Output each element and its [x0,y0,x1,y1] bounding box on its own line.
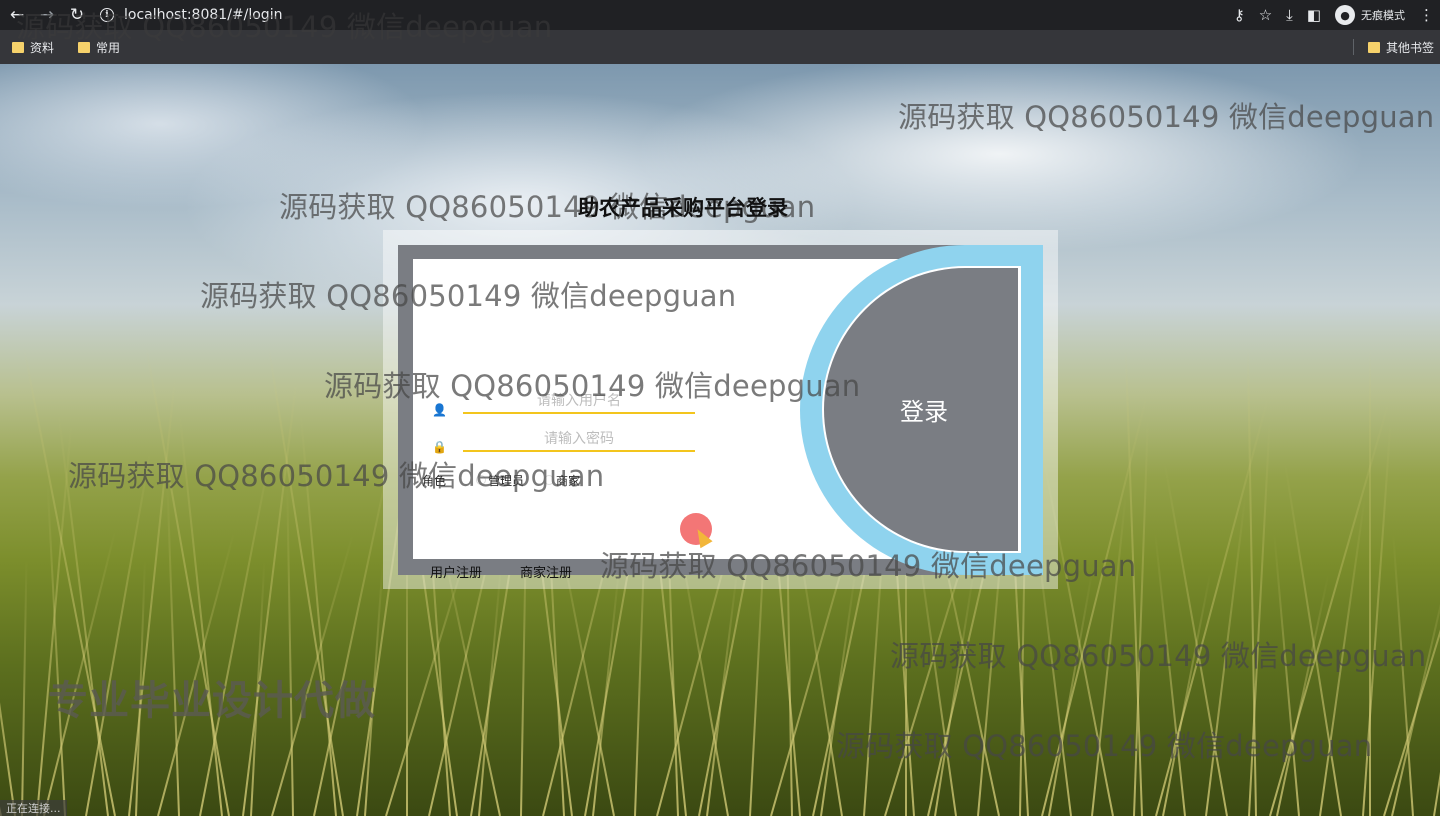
watermark: 源码获取 QQ86050149 微信deepguan [898,100,1435,134]
grass-blade [267,344,345,816]
grass-blade [145,345,231,816]
grass-blade [21,559,28,816]
folder-icon [1367,41,1380,53]
incognito-indicator[interactable]: ● 无痕模式 [1335,5,1405,25]
password-input[interactable] [463,428,695,452]
star-icon[interactable]: ☆ [1259,6,1272,24]
watermark: 源码获取 QQ86050149 微信deepguan [324,369,861,403]
key-icon[interactable]: ⚷ [1234,6,1245,24]
grass-blade [820,568,857,816]
menu-icon[interactable]: ⋮ [1419,6,1434,24]
grass-blade [477,563,502,816]
merchant-register-link[interactable]: 商家注册 [520,562,572,581]
watermark: 源码获取 QQ86050149 微信deepguan [890,639,1427,673]
promo-text: 专业毕业设计代做 [48,678,376,724]
watermark: 源码获取 QQ86050149 微信deepguan [600,549,1137,583]
other-bookmarks-label: 其他书签 [1385,40,1434,55]
lock-icon: 🔒 [432,440,447,454]
page-title: 助农产品采购平台登录 [578,196,788,220]
watermark: 源码获取 QQ86050149 微信deepguan [200,279,737,313]
other-bookmarks[interactable]: 其他书签 [1367,30,1434,64]
grass-blade [1382,403,1440,816]
status-bar: 正在连接... [0,800,67,816]
incognito-icon: ● [1335,5,1355,25]
download-icon[interactable]: ⤓ [1286,6,1293,24]
login-button-edge [1018,266,1021,553]
grass-blade [1433,500,1440,816]
sidebar-icon[interactable]: ◧ [1307,6,1321,24]
watermark: 源码获取 QQ86050149 微信deepguan [16,10,553,44]
bookmarks-divider [1353,39,1354,55]
login-button-label: 登录 [900,398,948,426]
incognito-label: 无痕模式 [1361,9,1405,22]
watermark: 源码获取 QQ86050149 微信deepguan [836,729,1373,763]
grass-blade [286,487,295,816]
user-register-link[interactable]: 用户注册 [430,562,482,581]
grass-blade [127,376,176,816]
grass-blade [35,424,72,816]
grass-blade [313,457,392,816]
user-icon: 👤 [432,403,447,417]
watermark: 源码获取 QQ86050149 微信deepguan [68,459,605,493]
grass-blade [0,463,17,816]
